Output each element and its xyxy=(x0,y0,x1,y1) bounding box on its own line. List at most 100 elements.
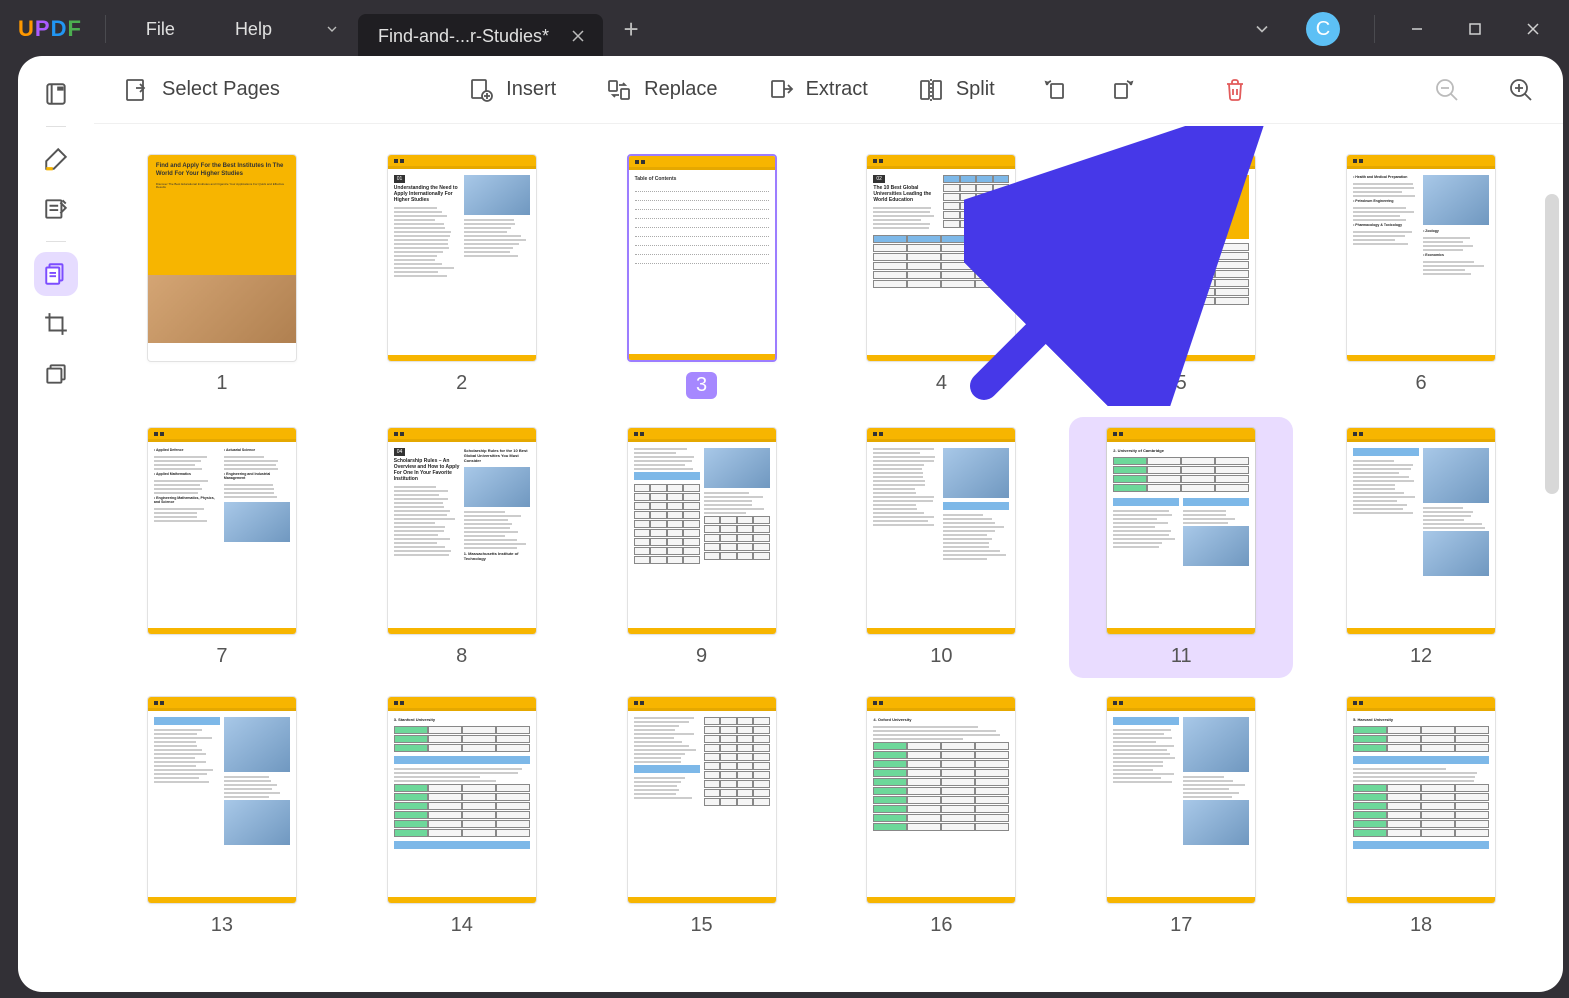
page-number: 2 xyxy=(456,372,467,395)
thumbnail-grid-wrap: Find and Apply For the Best Institutes I… xyxy=(94,124,1563,992)
thumbnail-image: 01Understanding the Need to Apply Intern… xyxy=(387,154,537,362)
titlebar: UPDF File Help Find-and-...r-Studies* + … xyxy=(0,0,1569,58)
page-number: 7 xyxy=(216,645,227,668)
stack-icon xyxy=(43,361,69,387)
main-shell: Select Pages Insert Replace Extract Spli… xyxy=(18,56,1563,992)
thumbnail-image: 3. Stanford University xyxy=(387,696,537,904)
tab-dropdown[interactable] xyxy=(312,9,352,49)
app-logo: UPDF xyxy=(18,16,81,42)
sidebar-comment[interactable] xyxy=(34,137,78,181)
thumbnail-image: 03Look at the Fact Checklist – Where the… xyxy=(1106,154,1256,362)
page-number: 13 xyxy=(211,914,233,937)
sidebar-batch[interactable] xyxy=(34,352,78,396)
new-tab-button[interactable]: + xyxy=(611,9,651,49)
label: Select Pages xyxy=(162,78,280,101)
separator xyxy=(46,126,66,127)
page-thumbnail[interactable]: Find and Apply For the Best Institutes I… xyxy=(120,154,324,399)
thumbnail-grid: Find and Apply For the Best Institutes I… xyxy=(120,154,1523,937)
page-thumbnail[interactable]: 03Look at the Fact Checklist – Where the… xyxy=(1079,154,1283,399)
menu-file[interactable]: File xyxy=(116,19,205,40)
page-number: 6 xyxy=(1416,372,1427,395)
page-thumbnail[interactable]: 01Understanding the Need to Apply Intern… xyxy=(360,154,564,399)
page-thumbnail[interactable]: 15 xyxy=(600,696,804,937)
thumbnail-image xyxy=(627,696,777,904)
book-icon xyxy=(43,81,69,107)
page-thumbnail[interactable]: • Applied Defence• Applied Mathematics• … xyxy=(120,427,324,668)
separator xyxy=(46,241,66,242)
rotate-right-button[interactable] xyxy=(1099,68,1143,112)
tabbar: Find-and-...r-Studies* + xyxy=(312,0,651,58)
select-icon xyxy=(124,77,150,103)
extract-icon xyxy=(768,77,794,103)
replace-button[interactable]: Replace xyxy=(596,69,727,111)
zoom-in-button[interactable] xyxy=(1499,68,1543,112)
scrollbar-thumb[interactable] xyxy=(1545,194,1559,494)
thumbnail-image: 5. Harvard University xyxy=(1346,696,1496,904)
zoom-out-button[interactable] xyxy=(1425,68,1469,112)
user-avatar[interactable]: C xyxy=(1306,12,1340,46)
thumbnail-image xyxy=(1346,427,1496,635)
tab-title: Find-and-...r-Studies* xyxy=(378,26,549,47)
page-thumbnail[interactable]: 2. University of Cambridge11 xyxy=(1069,417,1293,678)
thumbnail-image: 02The 10 Best Global Universities Leadin… xyxy=(866,154,1016,362)
page-number: 3 xyxy=(686,372,717,399)
page-thumbnail[interactable]: 4. Oxford University16 xyxy=(839,696,1043,937)
page-thumbnail[interactable]: 13 xyxy=(120,696,324,937)
tab-close-button[interactable] xyxy=(563,21,593,51)
sidebar-edit[interactable] xyxy=(34,187,78,231)
rotate-left-button[interactable] xyxy=(1035,68,1079,112)
page-thumbnail[interactable]: • Health and Medical Preparation• Petrol… xyxy=(1319,154,1523,399)
thumbnail-image: Find and Apply For the Best Institutes I… xyxy=(147,154,297,362)
minimize-button[interactable] xyxy=(1391,9,1443,49)
page-thumbnail[interactable]: 10 xyxy=(839,427,1043,668)
page-thumbnail[interactable]: 9 xyxy=(600,427,804,668)
page-thumbnail[interactable]: Table of Contents 3 xyxy=(600,154,804,399)
thumbnail-image xyxy=(147,696,297,904)
thumbnail-image xyxy=(866,427,1016,635)
insert-button[interactable]: Insert xyxy=(458,69,566,111)
rotate-right-icon xyxy=(1108,77,1134,103)
sidebar-crop[interactable] xyxy=(34,302,78,346)
page-number: 9 xyxy=(696,645,707,668)
pages-icon xyxy=(43,261,69,287)
page-number: 8 xyxy=(456,645,467,668)
thumbnail-image: 4. Oxford University xyxy=(866,696,1016,904)
page-thumbnail[interactable]: 02The 10 Best Global Universities Leadin… xyxy=(839,154,1043,399)
page-number: 15 xyxy=(690,914,712,937)
label: Split xyxy=(956,78,995,101)
document-tab[interactable]: Find-and-...r-Studies* xyxy=(358,14,603,58)
sidebar-organize-pages[interactable] xyxy=(34,252,78,296)
page-number: 14 xyxy=(451,914,473,937)
window-controls: C xyxy=(1242,9,1559,49)
delete-button[interactable] xyxy=(1213,68,1257,112)
page-number: 4 xyxy=(936,372,947,395)
menu-help[interactable]: Help xyxy=(205,19,302,40)
crop-icon xyxy=(43,311,69,337)
thumbnail-image: Table of Contents xyxy=(627,154,777,362)
extract-button[interactable]: Extract xyxy=(758,69,878,111)
maximize-button[interactable] xyxy=(1449,9,1501,49)
page-number: 1 xyxy=(216,372,227,395)
content-area: Select Pages Insert Replace Extract Spli… xyxy=(94,56,1563,992)
thumbnail-image xyxy=(627,427,777,635)
select-pages-button[interactable]: Select Pages xyxy=(114,69,290,111)
page-number: 10 xyxy=(930,645,952,668)
sidebar-reader[interactable] xyxy=(34,72,78,116)
app-menu-dropdown[interactable] xyxy=(1242,9,1282,49)
zoom-in-icon xyxy=(1508,77,1534,103)
page-thumbnail[interactable]: 12 xyxy=(1319,427,1523,668)
page-thumbnail[interactable]: 3. Stanford University 14 xyxy=(360,696,564,937)
close-button[interactable] xyxy=(1507,9,1559,49)
replace-icon xyxy=(606,77,632,103)
page-number: 5 xyxy=(1176,372,1187,395)
divider xyxy=(1374,15,1375,43)
left-sidebar xyxy=(18,56,94,992)
page-thumbnail[interactable]: 5. Harvard University18 xyxy=(1319,696,1523,937)
page-thumbnail[interactable]: 17 xyxy=(1079,696,1283,937)
page-number: 11 xyxy=(1171,645,1192,668)
thumbnail-image: • Health and Medical Preparation• Petrol… xyxy=(1346,154,1496,362)
split-button[interactable]: Split xyxy=(908,69,1005,111)
label: Replace xyxy=(644,78,717,101)
label: Extract xyxy=(806,78,868,101)
page-thumbnail[interactable]: 04Scholarship Rules – An Overview and Ho… xyxy=(360,427,564,668)
